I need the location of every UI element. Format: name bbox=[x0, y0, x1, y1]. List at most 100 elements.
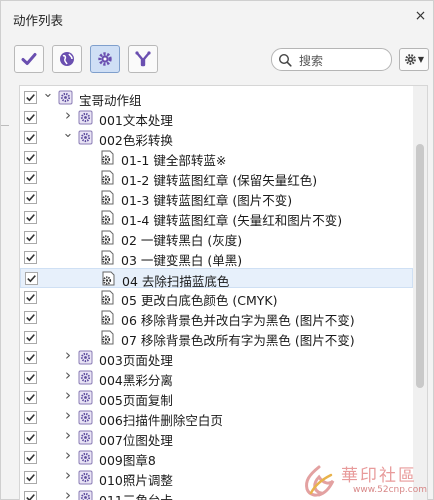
action-set[interactable]: › 001文本处理 bbox=[20, 108, 413, 128]
scrollbar-thumb[interactable] bbox=[416, 144, 424, 388]
action-set[interactable]: › 007位图处理 bbox=[20, 428, 413, 448]
enable-checkbox[interactable] bbox=[24, 351, 37, 364]
action-item[interactable]: 03 一键变黑白 (单黑) bbox=[20, 248, 413, 268]
row-label: 002色彩转换 bbox=[99, 133, 173, 148]
action-item[interactable]: 01-4 键转蓝图红章 (矢量红和图片不变) bbox=[20, 208, 413, 228]
actions-panel: 动作列表 × 搜索 ▼ ⌄ 宝哥动作组 › 001文本处理 ⌄ 002色彩转换 … bbox=[0, 0, 434, 500]
search-field[interactable]: 搜索 bbox=[271, 48, 392, 71]
filter-icon bbox=[135, 51, 151, 67]
close-icon[interactable]: × bbox=[413, 9, 428, 24]
search-icon bbox=[278, 53, 292, 67]
filter-checked-button[interactable] bbox=[14, 45, 44, 73]
checkmark-icon bbox=[21, 53, 37, 65]
chevron-right-icon[interactable]: › bbox=[62, 468, 74, 483]
row-label: 07 移除背景色改所有字为黑色 (图片不变) bbox=[121, 333, 355, 348]
chevron-right-icon[interactable]: › bbox=[62, 368, 74, 383]
enable-checkbox[interactable] bbox=[24, 411, 37, 424]
row-label: 007位图处理 bbox=[99, 433, 173, 448]
row-label: 05 更改白底色颜色 (CMYK) bbox=[121, 293, 278, 308]
chevron-down-icon: ▼ bbox=[417, 55, 425, 64]
action-set-icon bbox=[78, 390, 93, 405]
chevron-right-icon[interactable]: › bbox=[62, 108, 74, 123]
actions-tree[interactable]: ⌄ 宝哥动作组 › 001文本处理 ⌄ 002色彩转换 01-1 键全部转蓝※ 01-2 键转… bbox=[19, 85, 428, 500]
enable-checkbox[interactable] bbox=[24, 451, 37, 464]
action-icon bbox=[100, 250, 115, 265]
enable-checkbox[interactable] bbox=[24, 191, 37, 204]
filter-actions-button[interactable] bbox=[90, 45, 120, 73]
globe-icon bbox=[60, 52, 74, 66]
filter-tools-button[interactable] bbox=[128, 45, 158, 73]
enable-checkbox[interactable] bbox=[24, 251, 37, 264]
enable-checkbox[interactable] bbox=[24, 331, 37, 344]
action-set-icon bbox=[78, 370, 93, 385]
action-set-icon bbox=[78, 410, 93, 425]
watermark-logo-icon bbox=[305, 465, 335, 497]
action-set-icon bbox=[78, 450, 93, 465]
action-set-icon bbox=[78, 110, 93, 125]
settings-gear-icon bbox=[405, 54, 416, 65]
action-icon bbox=[100, 170, 115, 185]
row-label: 006扫描件删除空白页 bbox=[99, 413, 223, 428]
filter-web-button[interactable] bbox=[52, 45, 82, 73]
action-item[interactable]: 01-2 键转蓝图红章 (保留矢量红色) bbox=[20, 168, 413, 188]
action-item[interactable]: 05 更改白底色颜色 (CMYK) bbox=[20, 288, 413, 308]
watermark-text: 華印社區 bbox=[341, 466, 417, 486]
enable-checkbox[interactable] bbox=[24, 311, 37, 324]
enable-checkbox[interactable] bbox=[24, 491, 37, 500]
enable-checkbox[interactable] bbox=[24, 291, 37, 304]
action-item[interactable]: 01-1 键全部转蓝※ bbox=[20, 148, 413, 168]
action-set-icon bbox=[58, 90, 73, 105]
action-icon bbox=[100, 330, 115, 345]
row-label: 03 一键变黑白 (单黑) bbox=[121, 253, 243, 268]
gear-icon bbox=[98, 52, 112, 66]
chevron-right-icon[interactable]: › bbox=[62, 388, 74, 403]
action-set-icon bbox=[78, 130, 93, 145]
chevron-down-icon[interactable]: ⌄ bbox=[62, 127, 74, 141]
watermark: 華印社區 www.52cnp.com bbox=[299, 461, 434, 500]
row-label: 001文本处理 bbox=[99, 113, 173, 128]
action-group[interactable]: ⌄ 宝哥动作组 bbox=[20, 87, 413, 108]
action-item[interactable]: 07 移除背景色改所有字为黑色 (图片不变) bbox=[20, 328, 413, 348]
action-item[interactable]: 06 移除背景色并改白字为黑色 (图片不变) bbox=[20, 308, 413, 328]
enable-checkbox[interactable] bbox=[24, 391, 37, 404]
enable-checkbox[interactable] bbox=[24, 111, 37, 124]
enable-checkbox[interactable] bbox=[25, 272, 38, 285]
panel-options-button[interactable]: ▼ bbox=[399, 48, 429, 71]
action-icon bbox=[101, 271, 116, 286]
enable-checkbox[interactable] bbox=[24, 91, 37, 104]
action-set-icon bbox=[78, 490, 93, 500]
row-label: 01-2 键转蓝图红章 (保留矢量红色) bbox=[121, 173, 318, 188]
action-set[interactable]: › 003页面处理 bbox=[20, 348, 413, 368]
row-label: 06 移除背景色并改白字为黑色 (图片不变) bbox=[121, 313, 355, 328]
search-placeholder: 搜索 bbox=[299, 54, 324, 68]
action-item[interactable]: 02 一键转黑白 (灰度) bbox=[20, 228, 413, 248]
enable-checkbox[interactable] bbox=[24, 371, 37, 384]
action-set[interactable]: ⌄ 002色彩转换 bbox=[20, 127, 413, 148]
chevron-right-icon[interactable]: › bbox=[62, 448, 74, 463]
panel-titlebar: 动作列表 × bbox=[1, 1, 433, 33]
action-item[interactable]: 01-3 键转蓝图红章 (图片不变) bbox=[20, 188, 413, 208]
row-label: 004黑彩分离 bbox=[99, 373, 173, 388]
panel-toolbar: 搜索 ▼ bbox=[1, 33, 433, 85]
enable-checkbox[interactable] bbox=[24, 131, 37, 144]
action-icon bbox=[100, 310, 115, 325]
chevron-down-icon[interactable]: ⌄ bbox=[42, 87, 54, 101]
vertical-scrollbar[interactable] bbox=[413, 86, 427, 500]
enable-checkbox[interactable] bbox=[24, 231, 37, 244]
enable-checkbox[interactable] bbox=[24, 151, 37, 164]
action-set[interactable]: › 004黑彩分离 bbox=[20, 368, 413, 388]
row-label: 003页面处理 bbox=[99, 353, 173, 368]
chevron-right-icon[interactable]: › bbox=[62, 488, 74, 500]
action-icon bbox=[100, 230, 115, 245]
action-set[interactable]: › 005页面复制 bbox=[20, 388, 413, 408]
action-set-icon bbox=[78, 350, 93, 365]
action-item[interactable]: 04 去除扫描蓝底色 bbox=[20, 268, 413, 289]
enable-checkbox[interactable] bbox=[24, 171, 37, 184]
chevron-right-icon[interactable]: › bbox=[62, 348, 74, 363]
chevron-right-icon[interactable]: › bbox=[62, 428, 74, 443]
enable-checkbox[interactable] bbox=[24, 211, 37, 224]
chevron-right-icon[interactable]: › bbox=[62, 408, 74, 423]
enable-checkbox[interactable] bbox=[24, 471, 37, 484]
action-set[interactable]: › 006扫描件删除空白页 bbox=[20, 408, 413, 428]
enable-checkbox[interactable] bbox=[24, 431, 37, 444]
